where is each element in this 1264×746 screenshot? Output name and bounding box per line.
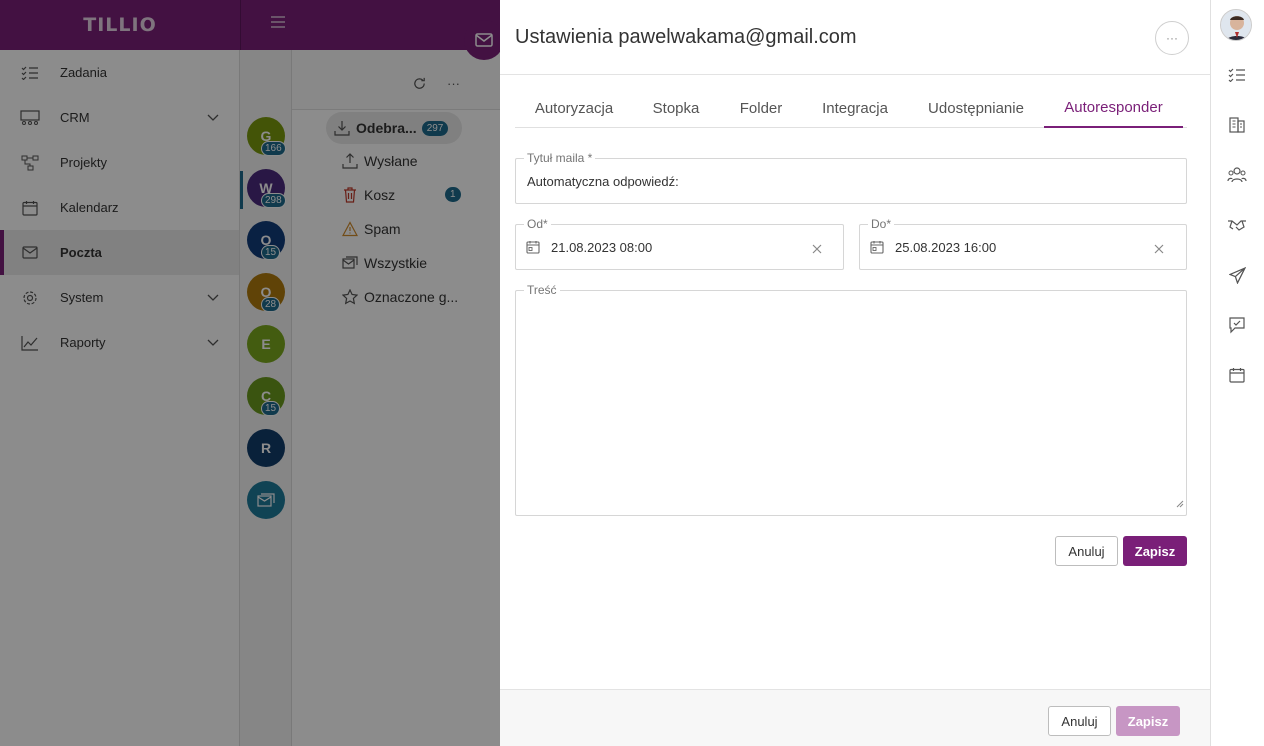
settings-tabs: Autoryzacja Stopka Folder Integracja Udo… [515,88,1187,128]
calendar-icon[interactable] [1226,364,1248,386]
to-date-label: Do* [868,218,895,231]
body-label: Treść [524,284,560,297]
tasks-icon[interactable] [1226,64,1248,86]
subject-input[interactable]: Automatyczna odpowiedź: [527,174,679,189]
from-date-label: Od* [524,218,551,231]
subject-field[interactable]: Tytuł maila * Automatyczna odpowiedź: [515,152,1187,204]
form-cancel-button[interactable]: Anuluj [1055,536,1118,566]
more-options-button[interactable]: ··· [1155,21,1189,55]
tab-stopka[interactable]: Stopka [640,88,712,128]
resize-handle[interactable] [1176,495,1184,513]
calendar-icon[interactable] [526,240,540,254]
tab-udostepnianie[interactable]: Udostępnianie [916,88,1036,128]
user-avatar[interactable] [1220,9,1252,41]
footer-save-button[interactable]: Zapisz [1116,706,1180,736]
modal-backdrop[interactable] [0,0,500,746]
tab-folder[interactable]: Folder [727,88,795,128]
panel-footer: Anuluj Zapisz [500,689,1210,746]
to-date-input[interactable]: 25.08.2023 16:00 [895,240,996,255]
send-icon[interactable] [1226,264,1248,286]
from-date-field[interactable]: Od* 21.08.2023 08:00 [515,218,844,270]
tab-autoresponder[interactable]: Autoresponder [1044,88,1183,128]
handshake-icon[interactable] [1226,214,1248,236]
chat-check-icon[interactable] [1226,314,1248,336]
to-date-field[interactable]: Do* 25.08.2023 16:00 [859,218,1187,270]
divider [500,74,1210,75]
people-icon[interactable] [1226,164,1248,186]
body-field[interactable]: Treść [515,284,1187,516]
settings-panel: Ustawienia pawelwakama@gmail.com ··· Aut… [500,0,1210,746]
tab-integracja[interactable]: Integracja [809,88,901,128]
building-icon[interactable] [1226,114,1248,136]
panel-title: Ustawienia pawelwakama@gmail.com [515,26,857,48]
subject-label: Tytuł maila * [524,152,596,165]
calendar-icon[interactable] [870,240,884,254]
right-rail [1210,0,1264,746]
form-save-button[interactable]: Zapisz [1123,536,1187,566]
tab-autoryzacja[interactable]: Autoryzacja [515,88,633,128]
footer-cancel-button[interactable]: Anuluj [1048,706,1111,736]
close-icon[interactable] [1154,241,1166,254]
from-date-input[interactable]: 21.08.2023 08:00 [551,240,652,255]
close-icon[interactable] [812,241,824,254]
